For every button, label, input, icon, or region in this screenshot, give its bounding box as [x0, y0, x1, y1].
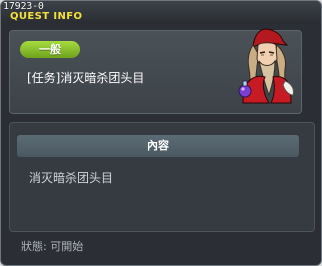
- npc-portrait-icon: [238, 28, 294, 104]
- quest-info-window: 17923-0 QUEST INFO 一般 [任务]消灭暗杀团头目 內容 消灭暗…: [0, 0, 322, 266]
- quest-status: 狀態: 可開始: [21, 240, 84, 253]
- content-header: 內容: [17, 135, 299, 157]
- quest-name: [任务]消灭暗杀团头目: [27, 71, 145, 85]
- quest-category-badge: 一般: [20, 41, 80, 58]
- window-title: QUEST INFO: [10, 11, 83, 22]
- content-text: 消灭暗杀团头目: [29, 171, 114, 185]
